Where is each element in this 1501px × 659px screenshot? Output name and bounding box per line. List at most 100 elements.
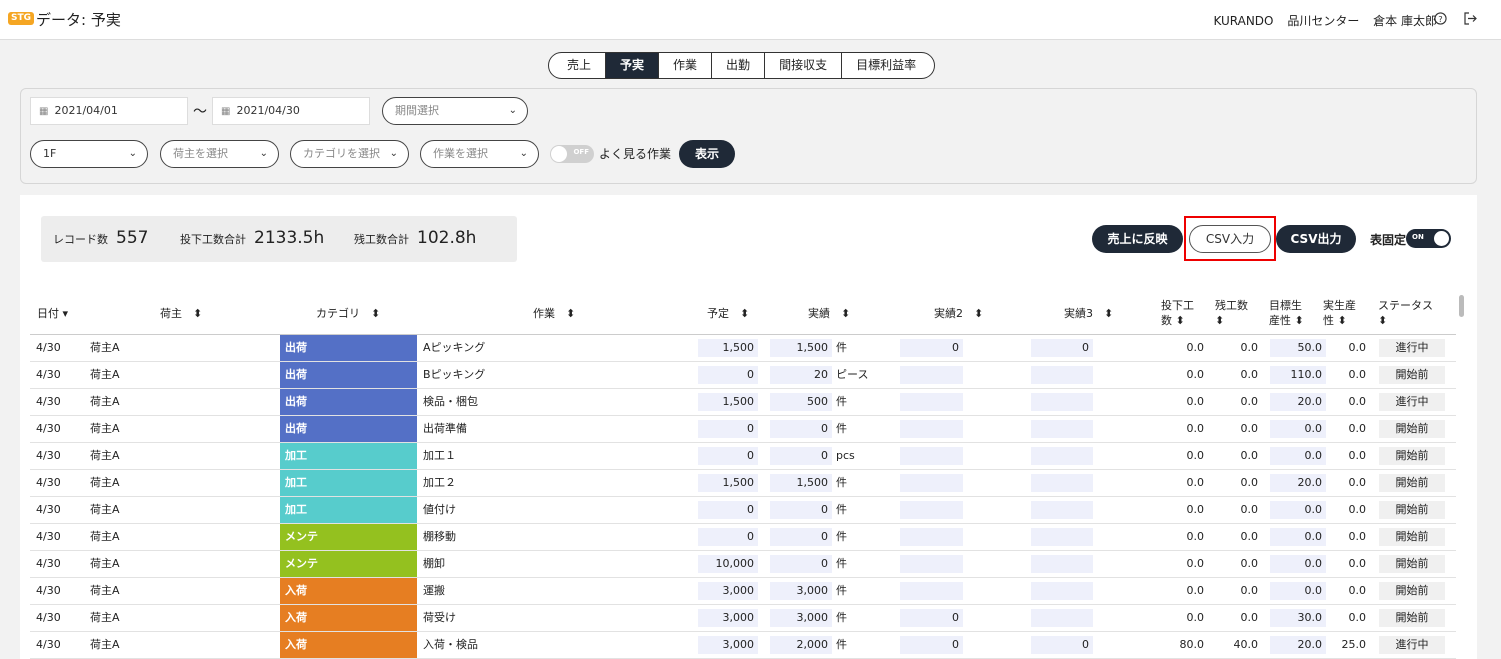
status-badge[interactable]: 進行中 <box>1379 636 1445 654</box>
actual3-input[interactable]: 0 <box>1031 339 1093 357</box>
actual3-input[interactable] <box>1031 555 1093 573</box>
actual2-input[interactable] <box>900 582 963 600</box>
col-date[interactable]: 日付 ▾ <box>37 306 68 321</box>
actual2-input[interactable] <box>900 555 963 573</box>
plan-input[interactable]: 10,000 <box>698 555 758 573</box>
actual3-input[interactable] <box>1031 528 1093 546</box>
actual2-input[interactable]: 0 <box>900 636 963 654</box>
plan-input[interactable]: 1,500 <box>698 339 758 357</box>
col-actual[interactable]: 実績 ⬍ <box>808 306 850 321</box>
col-status[interactable]: ステータス ⬍ <box>1378 298 1433 328</box>
shipper-select[interactable]: 荷主を選択 ⌄ <box>160 140 279 168</box>
actual2-input[interactable] <box>900 474 963 492</box>
table-row[interactable]: 4/30 荷主A 入荷 運搬 3,000 3,000 件 0.0 0.0 0.0 0.0 開始前 <box>30 578 1456 605</box>
actual3-input[interactable] <box>1031 447 1093 465</box>
actual3-input[interactable] <box>1031 474 1093 492</box>
table-row[interactable]: 4/30 荷主A メンテ 棚移動 0 0 件 0.0 0.0 0.0 0.0 開始前 <box>30 524 1456 551</box>
actual-input[interactable]: 20 <box>770 366 832 384</box>
tab-3[interactable]: 出勤 <box>711 53 764 78</box>
help-icon[interactable]: ? <box>1434 12 1447 28</box>
status-badge[interactable]: 開始前 <box>1379 582 1445 600</box>
actual2-input[interactable] <box>900 393 963 411</box>
actual3-input[interactable] <box>1031 609 1093 627</box>
status-badge[interactable]: 開始前 <box>1379 420 1445 438</box>
plan-input[interactable]: 0 <box>698 366 758 384</box>
actual2-input[interactable] <box>900 366 963 384</box>
col-remain[interactable]: 残工数 ⬍ <box>1215 298 1248 328</box>
table-row[interactable]: 4/30 荷主A 加工 値付け 0 0 件 0.0 0.0 0.0 0.0 開始前 <box>30 497 1456 524</box>
table-fix-toggle[interactable]: ON <box>1406 229 1451 248</box>
col-actual3[interactable]: 実績3 ⬍ <box>1064 306 1113 321</box>
tab-4[interactable]: 間接収支 <box>764 53 841 78</box>
plan-input[interactable]: 3,000 <box>698 609 758 627</box>
tab-1[interactable]: 予実 <box>605 53 659 78</box>
user-name[interactable]: 倉本 庫太郎 <box>1373 14 1437 28</box>
table-row[interactable]: 4/30 荷主A 入荷 入荷・検品 3,000 2,000 件 0 0 80.0 40.0 20.0 2… <box>30 632 1456 659</box>
reflect-sales-button[interactable]: 売上に反映 <box>1092 225 1183 253</box>
table-row[interactable]: 4/30 荷主A 加工 加工２ 1,500 1,500 件 0.0 0.0 20.0 0.0 開始前 <box>30 470 1456 497</box>
col-hours[interactable]: 投下工数 ⬍ <box>1161 298 1194 328</box>
actual2-input[interactable]: 0 <box>900 609 963 627</box>
status-badge[interactable]: 開始前 <box>1379 366 1445 384</box>
actual3-input[interactable] <box>1031 366 1093 384</box>
table-row[interactable]: 4/30 荷主A 加工 加工１ 0 0 pcs 0.0 0.0 0.0 0.0 開始前 <box>30 443 1456 470</box>
actual-input[interactable]: 3,000 <box>770 582 832 600</box>
plan-input[interactable]: 3,000 <box>698 582 758 600</box>
col-work[interactable]: 作業 ⬍ <box>533 306 575 321</box>
table-row[interactable]: 4/30 荷主A 入荷 荷受け 3,000 3,000 件 0 0.0 0.0 30.0 0.0 開始前 <box>30 605 1456 632</box>
work-select[interactable]: 作業を選択 ⌄ <box>420 140 539 168</box>
category-select[interactable]: カテゴリを選択 ⌄ <box>290 140 409 168</box>
col-actual2[interactable]: 実績2 ⬍ <box>934 306 983 321</box>
date-to-input[interactable]: ▦ 2021/04/30 <box>212 97 370 125</box>
actual3-input[interactable] <box>1031 420 1093 438</box>
col-shipper[interactable]: 荷主 ⬍ <box>160 306 202 321</box>
actual-input[interactable]: 0 <box>770 447 832 465</box>
status-badge[interactable]: 開始前 <box>1379 555 1445 573</box>
actual2-input[interactable]: 0 <box>900 339 963 357</box>
col-category[interactable]: カテゴリ ⬍ <box>316 306 380 321</box>
status-badge[interactable]: 進行中 <box>1379 339 1445 357</box>
actual2-input[interactable] <box>900 528 963 546</box>
status-badge[interactable]: 開始前 <box>1379 528 1445 546</box>
col-real-productivity[interactable]: 実生産性 ⬍ <box>1323 298 1356 328</box>
col-plan[interactable]: 予定 ⬍ <box>707 306 749 321</box>
actual3-input[interactable] <box>1031 501 1093 519</box>
actual3-input[interactable]: 0 <box>1031 636 1093 654</box>
actual-input[interactable]: 2,000 <box>770 636 832 654</box>
actual-input[interactable]: 500 <box>770 393 832 411</box>
table-row[interactable]: 4/30 荷主A 出荷 Bピッキング 0 20 ピース 0.0 0.0 110.0 0.0 開始前 <box>30 362 1456 389</box>
actual-input[interactable]: 3,000 <box>770 609 832 627</box>
table-row[interactable]: 4/30 荷主A 出荷 Aピッキング 1,500 1,500 件 0 0 0.0 0.0 50.0 0.… <box>30 335 1456 362</box>
plan-input[interactable]: 1,500 <box>698 474 758 492</box>
actual3-input[interactable] <box>1031 393 1093 411</box>
actual-input[interactable]: 0 <box>770 501 832 519</box>
actual-input[interactable]: 0 <box>770 528 832 546</box>
actual2-input[interactable] <box>900 447 963 465</box>
floor-select[interactable]: 1F ⌄ <box>30 140 148 168</box>
tab-5[interactable]: 目標利益率 <box>841 53 934 78</box>
favorite-work-toggle[interactable]: OFF <box>550 145 594 163</box>
actual-input[interactable]: 0 <box>770 555 832 573</box>
status-badge[interactable]: 開始前 <box>1379 501 1445 519</box>
table-row[interactable]: 4/30 荷主A 出荷 検品・梱包 1,500 500 件 0.0 0.0 20.0 0.0 進行中 <box>30 389 1456 416</box>
plan-input[interactable]: 1,500 <box>698 393 758 411</box>
csv-export-button[interactable]: CSV出力 <box>1276 225 1356 253</box>
plan-input[interactable]: 3,000 <box>698 636 758 654</box>
period-select[interactable]: 期間選択 ⌄ <box>382 97 528 125</box>
status-badge[interactable]: 開始前 <box>1379 474 1445 492</box>
plan-input[interactable]: 0 <box>698 447 758 465</box>
actual-input[interactable]: 0 <box>770 420 832 438</box>
vertical-scrollbar[interactable] <box>1459 295 1464 317</box>
plan-input[interactable]: 0 <box>698 528 758 546</box>
table-row[interactable]: 4/30 荷主A 出荷 出荷準備 0 0 件 0.0 0.0 0.0 0.0 開始前 <box>30 416 1456 443</box>
tab-2[interactable]: 作業 <box>658 53 711 78</box>
actual2-input[interactable] <box>900 501 963 519</box>
table-row[interactable]: 4/30 荷主A メンテ 棚卸 10,000 0 件 0.0 0.0 0.0 0.0 開始前 <box>30 551 1456 578</box>
col-target-productivity[interactable]: 目標生 産性 ⬍ <box>1269 298 1304 328</box>
status-badge[interactable]: 開始前 <box>1379 609 1445 627</box>
actual-input[interactable]: 1,500 <box>770 339 832 357</box>
actual2-input[interactable] <box>900 420 963 438</box>
logout-icon[interactable] <box>1463 12 1477 28</box>
plan-input[interactable]: 0 <box>698 501 758 519</box>
date-from-input[interactable]: ▦ 2021/04/01 <box>30 97 188 125</box>
